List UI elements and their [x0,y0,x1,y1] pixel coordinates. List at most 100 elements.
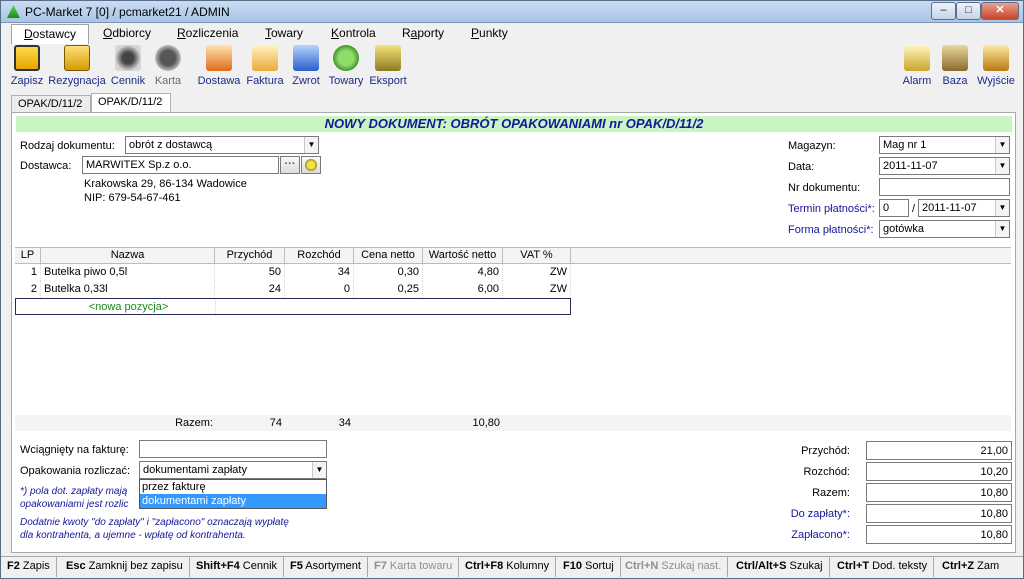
table-row[interactable]: 2 Butelka 0,33l 24 0 0,25 6,00 ZW [15,281,575,298]
supplier-nip: NIP: 679-54-67-461 [84,192,181,204]
save-button[interactable]: Zapisz [10,45,44,90]
payment-term-days-field[interactable]: 0 [879,199,909,217]
table-row[interactable]: 1 Butelka piwo 0,5l 50 34 0,30 4,80 ZW [15,264,575,281]
column-header-lp[interactable]: LP [15,248,41,264]
shortcut-assortment[interactable]: F5 Asortyment [284,557,368,577]
tab-document-1[interactable]: OPAK/D/11/2 [11,95,91,113]
summary-paid-field[interactable]: 10,80 [866,525,1012,544]
invoice-link-label: Wciągnięty na fakturę: [20,444,129,456]
column-header-name[interactable]: Nazwa [41,248,215,264]
payment-term-date-picker[interactable]: 2011-11-07 ▼ [918,199,1010,217]
product-card-button[interactable]: Karta [152,45,184,90]
summary-income-field[interactable]: 21,00 [866,441,1012,460]
alarm-button[interactable]: Alarm [901,45,933,90]
shortcut-close[interactable]: Ctrl+Z Zam [936,557,1005,577]
cell-vat: ZW [503,264,571,281]
toolbar: Zapisz Rezygnacja Cennik Karta Dostawa F… [1,44,1023,91]
menu-towary[interactable]: Towary [265,26,303,40]
summary-total-field[interactable]: 10,80 [866,483,1012,502]
document-panel: NOWY DOKUMENT: OBRÓT OPAKOWANIAMI nr OPA… [11,112,1016,553]
document-type-label: Rodzaj dokumentu: [20,140,115,152]
menu-kontrola[interactable]: Kontrola [331,26,376,40]
column-header-outgo[interactable]: Rozchód [285,248,354,264]
payment-method-value: gotówka [883,223,924,235]
shortcut-product-card[interactable]: F7 Karta towaru [368,557,460,577]
cell-outgo: 0 [285,281,354,298]
warehouse-select[interactable]: Mag nr 1 ▼ [879,136,1010,154]
warehouse-value: Mag nr 1 [883,139,927,151]
column-header-income[interactable]: Przychód [215,248,285,264]
shortcut-find-next[interactable]: Ctrl+N Szukaj nast. [619,557,729,577]
products-icon [333,45,359,71]
note-settlement: opakowaniami jest rozlic [20,499,129,510]
supplier-browse-button[interactable]: ··· [280,156,300,174]
price-list-button[interactable]: Cennik [110,45,146,90]
shortcut-extra-texts[interactable]: Ctrl+T Dod. teksty [831,557,935,577]
close-button[interactable]: ✕ [981,2,1019,20]
chevron-down-icon: ▼ [995,200,1009,216]
products-button[interactable]: Towary [327,45,365,90]
total-outgo: 34 [338,417,351,429]
floppy-disk-icon [14,45,40,71]
note-sign-1: Dodatnie kwoty "do zapłaty" i "zapłacono… [20,517,289,528]
export-button[interactable]: Eksport [368,45,408,90]
menu-odbiorcy[interactable]: Odbiorcy [103,26,151,40]
menu-bar: Dostawcy Odbiorcy Rozliczenia Towary Kon… [1,23,1023,44]
document-type-select[interactable]: obrót z dostawcą ▼ [125,136,319,154]
total-income: 74 [269,417,282,429]
tools-icon [942,45,968,71]
database-button[interactable]: Baza [941,45,969,90]
delivery-button[interactable]: Dostawa [196,45,242,90]
menu-raporty[interactable]: Raporty [402,26,444,40]
cancel-button[interactable]: Rezygnacja [48,45,106,90]
column-header-net-price[interactable]: Cena netto [354,248,423,264]
date-picker[interactable]: 2011-11-07 ▼ [879,157,1010,175]
items-table: LP Nazwa Przychód Rozchód Cena netto War… [15,247,1011,429]
return-document-icon [293,45,319,71]
supplier-field[interactable]: MARWITEX Sp.z o.o. [82,156,279,174]
return-button[interactable]: Zwrot [290,45,322,90]
menu-rozliczenia[interactable]: Rozliczenia [177,26,238,40]
window-title: PC-Market 7 [0] / pcmarket21 / ADMIN [25,5,230,19]
cell-net-price: 0,25 [354,281,423,298]
shortcut-price-list[interactable]: Shift+F4 Cennik [190,557,285,577]
invoice-button[interactable]: Faktura [246,45,284,90]
payment-method-select[interactable]: gotówka ▼ [879,220,1010,238]
option-by-payment-docs[interactable]: dokumentami zapłaty [140,494,326,508]
warehouse-label: Magazyn: [788,140,836,152]
document-number-field[interactable] [879,178,1010,196]
column-header-vat[interactable]: VAT % [503,248,571,264]
menu-punkty[interactable]: Punkty [471,26,508,40]
shortcut-sort[interactable]: F10 Sortuj [557,557,621,577]
option-by-invoice[interactable]: przez fakturę [140,480,326,494]
settlement-mode-dropdown: przez fakturę dokumentami zapłaty [139,479,327,509]
shortcut-search[interactable]: Ctrl/Alt+S Szukaj [730,557,830,577]
minimize-button[interactable]: – [931,2,956,20]
shortcut-save[interactable]: F2 Zapis [1,557,57,577]
summary-to-pay-field[interactable]: 10,80 [866,504,1012,523]
totals-row: Razem: 74 34 10,80 [15,415,1011,431]
cell-net-price: 0,30 [354,264,423,281]
column-header-net-value[interactable]: Wartość netto [423,248,503,264]
shortcut-columns[interactable]: Ctrl+F8 Kolumny [459,557,557,577]
exit-button[interactable]: Wyjście [977,45,1015,90]
cell-name: Butelka 0,33l [41,281,215,298]
chevron-down-icon: ▼ [304,137,318,153]
cell-net-value: 6,00 [423,281,503,298]
app-logo-icon [7,5,20,18]
invoice-link-field[interactable] [139,440,327,458]
supplier-lookup-button[interactable] [301,156,321,174]
cell-income: 24 [215,281,285,298]
shortcut-close-no-save[interactable]: Esc Zamknij bez zapisu [60,557,190,577]
vat-invoice-icon [206,45,232,71]
vat-document-icon [252,45,278,71]
new-item-row[interactable]: <nowa pozycja> [15,298,571,316]
tab-document-2[interactable]: OPAK/D/11/2 [91,93,171,113]
chevron-down-icon: ▼ [312,462,326,478]
summary-outgo-field[interactable]: 10,20 [866,462,1012,481]
settlement-mode-select[interactable]: dokumentami zapłaty ▼ [139,461,327,479]
title-bar[interactable]: PC-Market 7 [0] / pcmarket21 / ADMIN – □… [1,1,1023,23]
maximize-button[interactable]: □ [956,2,981,20]
menu-dostawcy[interactable]: Dostawcy [11,24,90,44]
payment-term-label: Termin płatności*: [788,203,875,215]
